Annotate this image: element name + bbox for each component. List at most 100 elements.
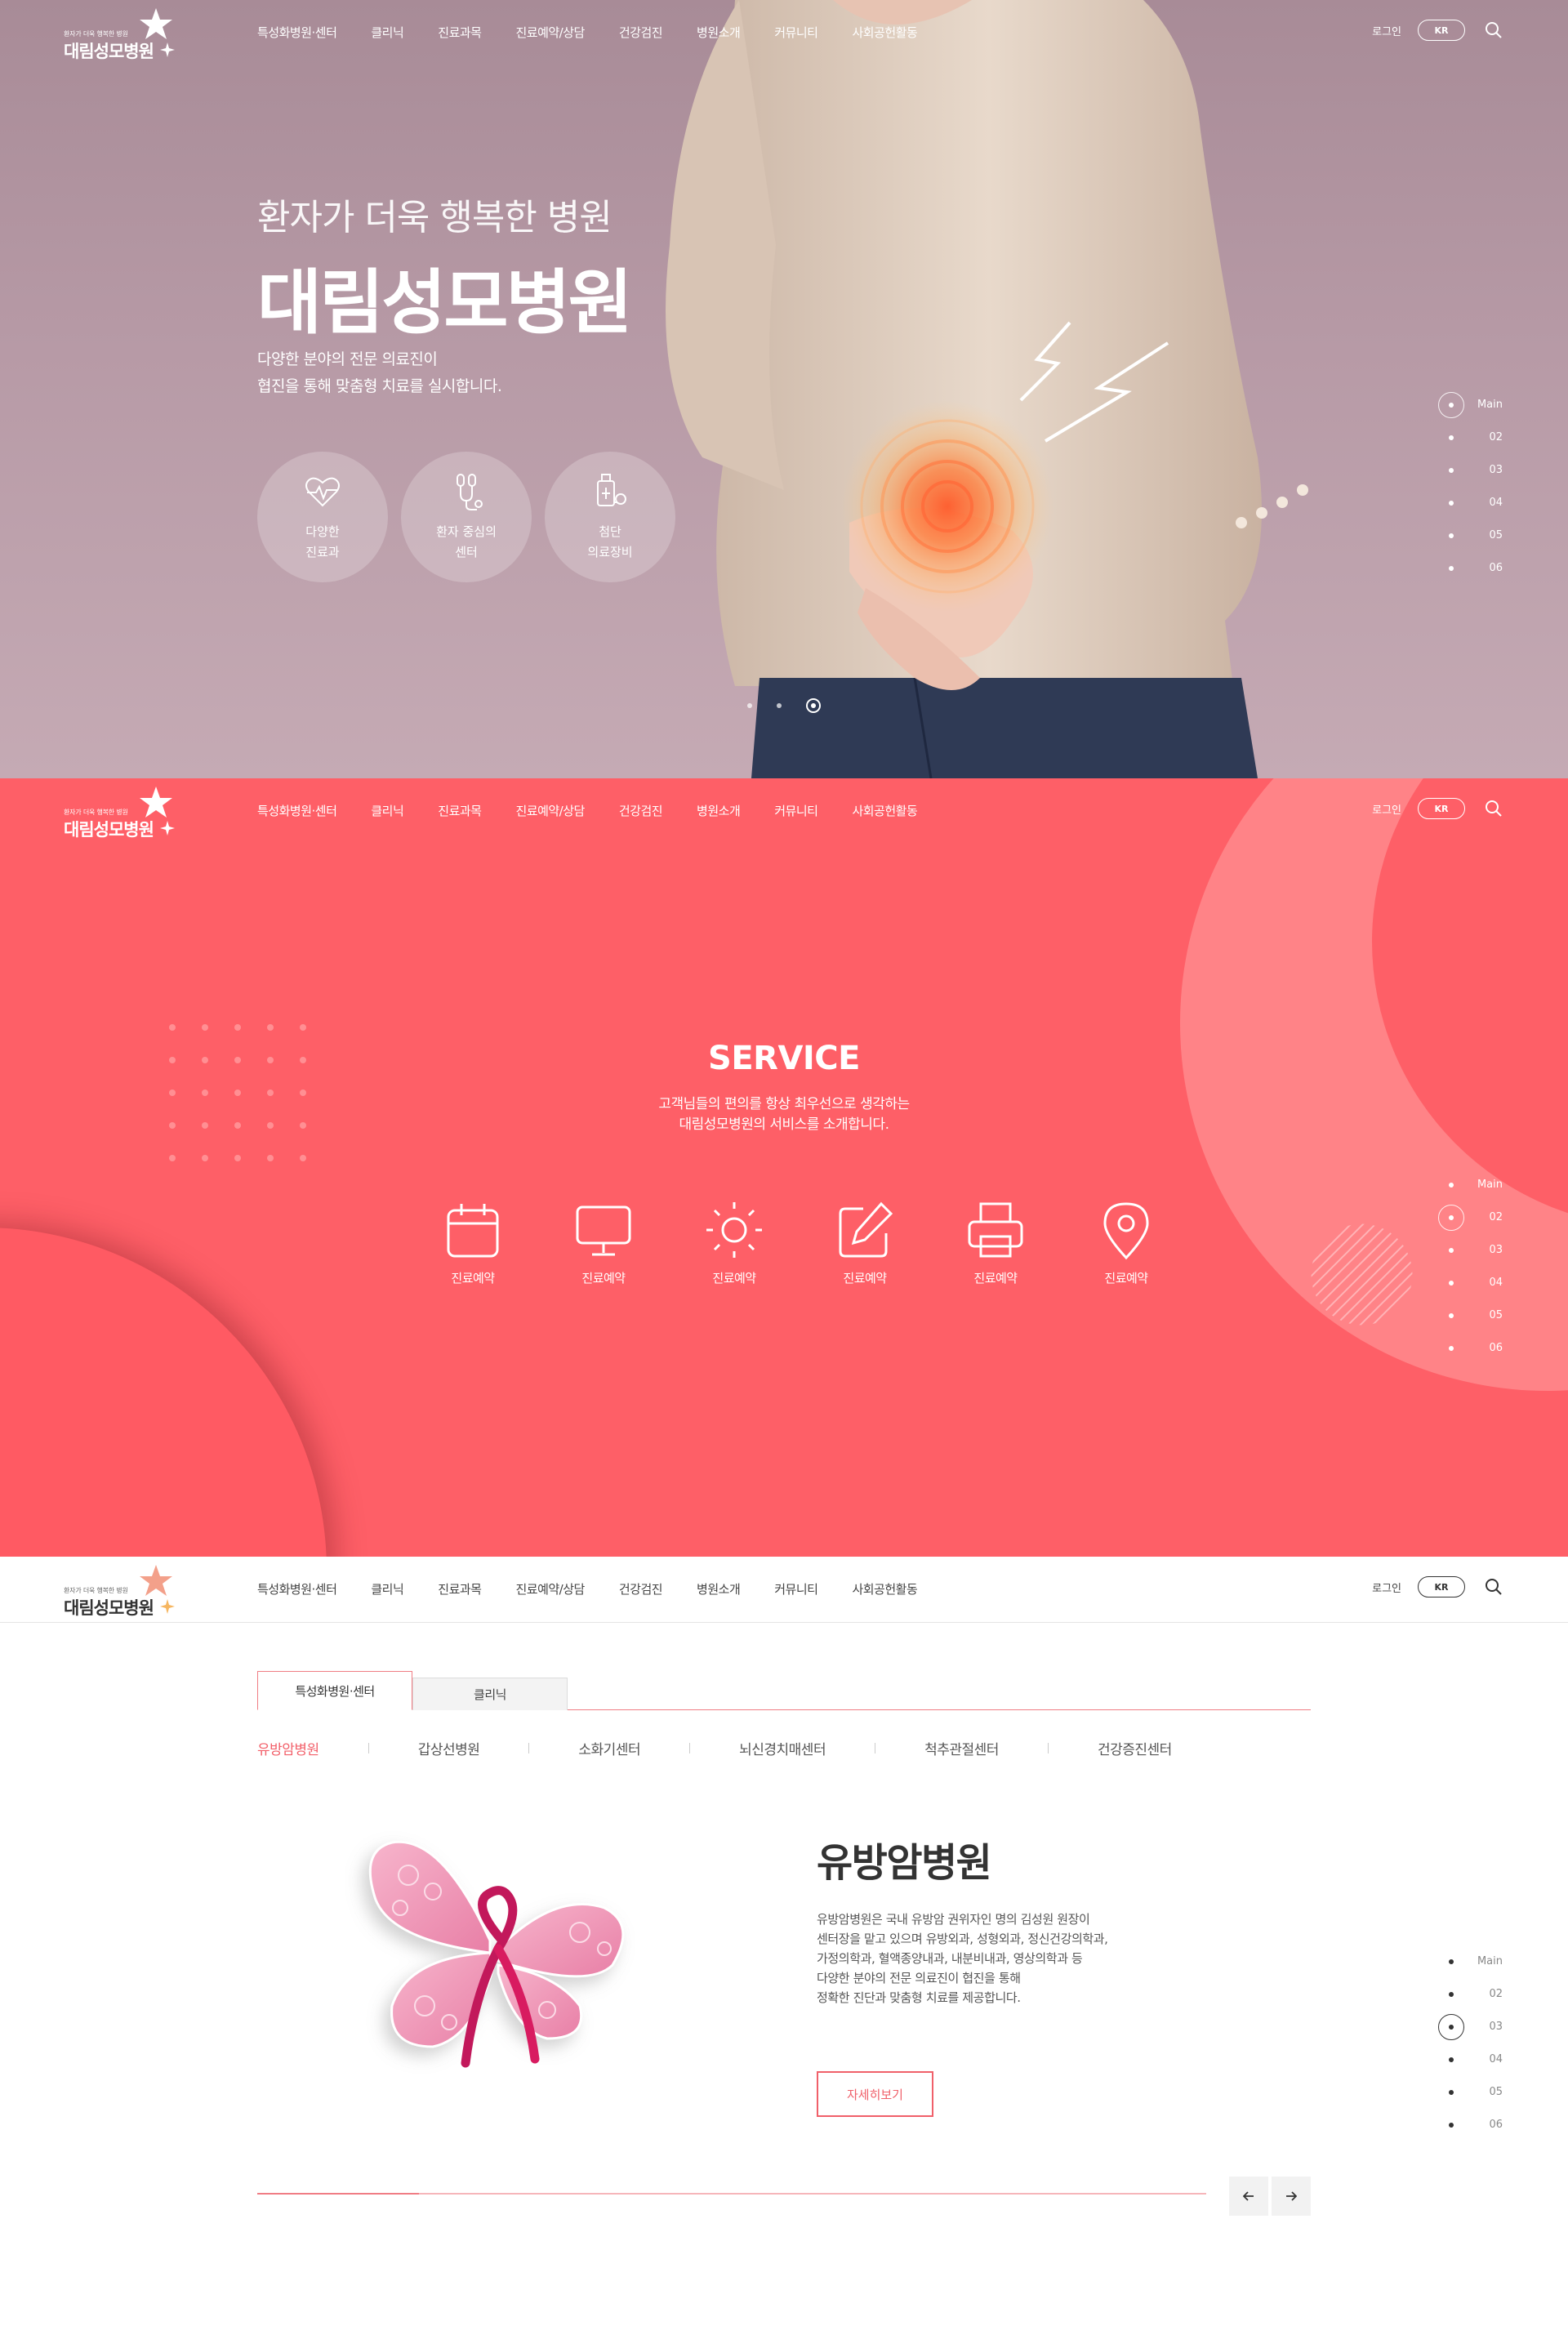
tab-specialized[interactable]: 특성화병원·센터 [257,1671,412,1710]
nav-item-departments[interactable]: 진료과목 [438,1580,482,1598]
pager-dot[interactable] [1449,1215,1454,1220]
nav-item-departments[interactable]: 진료과목 [438,802,482,819]
service-item[interactable]: 진료예약 [555,1199,653,1286]
pager-label[interactable]: 05 [1489,529,1503,541]
service-item[interactable]: 진료예약 [816,1199,914,1286]
nav-item-social[interactable]: 사회공헌활동 [852,1580,917,1598]
language-button[interactable]: KR [1418,20,1465,41]
slider-dot-active[interactable] [806,698,821,713]
pager-dot[interactable] [1449,1183,1454,1188]
pager-label[interactable]: 02 [1489,1988,1503,2000]
login-link[interactable]: 로그인 [1372,801,1401,817]
pager-label[interactable]: 03 [1489,1244,1503,1256]
search-icon[interactable] [1485,1578,1503,1596]
nav-item-reservation[interactable]: 진료예약/상담 [515,24,585,41]
language-button[interactable]: KR [1418,1576,1465,1598]
calendar-icon [447,1204,499,1258]
divider [689,1743,691,1753]
nav-item-specialized[interactable]: 특성화병원·센터 [257,802,337,819]
slider-dot[interactable] [777,703,782,708]
nav-item-clinic[interactable]: 클리닉 [371,802,403,819]
pager-label[interactable]: 06 [1489,1342,1503,1354]
pager-label[interactable]: 05 [1489,2086,1503,2098]
service-item[interactable]: 진료예약 [685,1199,783,1286]
feature-center-button[interactable]: 환자 중심의 센터 [401,452,532,582]
pager-dot[interactable] [1449,1248,1454,1253]
nav-item-checkup[interactable]: 건강검진 [619,1580,663,1598]
pager-dot[interactable] [1449,403,1454,408]
pager-dot[interactable] [1449,435,1454,440]
prev-button[interactable] [1229,2177,1268,2216]
pager-dot[interactable] [1449,1992,1454,1997]
pager-dot[interactable] [1449,2090,1454,2095]
logo[interactable]: 환자가 더욱 행복한 병원 대림성모병원 [64,1565,178,1618]
subtab-digestive[interactable]: 소화기센터 [578,1738,640,1758]
subtab-neuro[interactable]: 뇌신경치매센터 [739,1738,826,1758]
pager-dot[interactable] [1449,2123,1454,2128]
pager-dot[interactable] [1449,1313,1454,1318]
pager-label[interactable]: 04 [1489,497,1503,509]
subtab-breast-cancer[interactable]: 유방암병원 [257,1738,319,1758]
slider-dot[interactable] [747,703,752,708]
feature-equipment-button[interactable]: 첨단 의료장비 [545,452,675,582]
nav-item-about[interactable]: 병원소개 [697,1580,741,1598]
pager-dot[interactable] [1449,1346,1454,1351]
pager-label[interactable]: 02 [1489,1211,1503,1223]
pager-label[interactable]: 04 [1489,1277,1503,1289]
site-header: 환자가 더욱 행복한 병원 대림성모병원 특성화병원·센터 클리닉 진료과목 진… [0,0,1568,65]
service-description: 고객님들의 편의를 항상 최우선으로 생각하는 대림성모병원의 서비스를 소개합… [0,1094,1568,1135]
login-link[interactable]: 로그인 [1372,23,1401,38]
search-icon[interactable] [1485,21,1503,39]
service-item[interactable]: 진료예약 [424,1199,522,1286]
nav-item-departments[interactable]: 진료과목 [438,24,482,41]
pager-dot[interactable] [1449,2057,1454,2062]
pager-label[interactable]: 06 [1489,2119,1503,2131]
subtab-health[interactable]: 건강증진센터 [1098,1738,1172,1758]
pager-label[interactable]: Main [1477,1179,1503,1191]
subtab-thyroid[interactable]: 갑상선병원 [418,1738,480,1758]
nav-item-reservation[interactable]: 진료예약/상담 [515,1580,585,1598]
pager-dot[interactable] [1449,2025,1454,2030]
nav-item-community[interactable]: 커뮤니티 [774,24,818,41]
service-item[interactable]: 진료예약 [1077,1199,1175,1286]
pager-dot[interactable] [1449,1281,1454,1286]
nav-item-community[interactable]: 커뮤니티 [774,1580,818,1598]
nav-item-checkup[interactable]: 건강검진 [619,24,663,41]
nav-item-social[interactable]: 사회공헌활동 [852,802,917,819]
logo[interactable]: 환자가 더욱 행복한 병원 대림성모병원 [64,787,178,840]
pager-label[interactable]: 02 [1489,431,1503,443]
pager-label[interactable]: Main [1477,399,1503,411]
nav-item-social[interactable]: 사회공헌활동 [852,24,917,41]
nav-item-clinic[interactable]: 클리닉 [371,1580,403,1598]
login-link[interactable]: 로그인 [1372,1580,1401,1595]
language-button[interactable]: KR [1418,798,1465,819]
view-more-button[interactable]: 자세히보기 [817,2071,933,2117]
pager-label[interactable]: 03 [1489,464,1503,476]
nav-item-about[interactable]: 병원소개 [697,802,741,819]
center-title: 유방암병원 [817,1840,992,1886]
pager-label[interactable]: 04 [1489,2053,1503,2065]
nav-item-community[interactable]: 커뮤니티 [774,802,818,819]
pager-label[interactable]: 05 [1489,1309,1503,1321]
pager-dot[interactable] [1449,501,1454,506]
next-button[interactable] [1272,2177,1311,2216]
service-item[interactable]: 진료예약 [947,1199,1045,1286]
pager-dot[interactable] [1449,566,1454,571]
nav-item-about[interactable]: 병원소개 [697,24,741,41]
pager-label[interactable]: Main [1477,1955,1503,1967]
pager-label[interactable]: 03 [1489,2021,1503,2033]
nav-item-specialized[interactable]: 특성화병원·센터 [257,24,337,41]
logo[interactable]: 환자가 더욱 행복한 병원 대림성모병원 [64,8,178,61]
pager-dot[interactable] [1449,468,1454,473]
nav-item-checkup[interactable]: 건강검진 [619,802,663,819]
tab-clinic[interactable]: 클리닉 [412,1678,568,1710]
pager-label[interactable]: 06 [1489,562,1503,574]
feature-departments-button[interactable]: 다양한 진료과 [257,452,388,582]
pager-dot[interactable] [1449,533,1454,538]
nav-item-clinic[interactable]: 클리닉 [371,24,403,41]
pager-dot[interactable] [1449,1959,1454,1964]
search-icon[interactable] [1485,800,1503,818]
nav-item-reservation[interactable]: 진료예약/상담 [515,802,585,819]
subtab-spine[interactable]: 척추관절센터 [924,1738,999,1758]
nav-item-specialized[interactable]: 특성화병원·센터 [257,1580,337,1598]
